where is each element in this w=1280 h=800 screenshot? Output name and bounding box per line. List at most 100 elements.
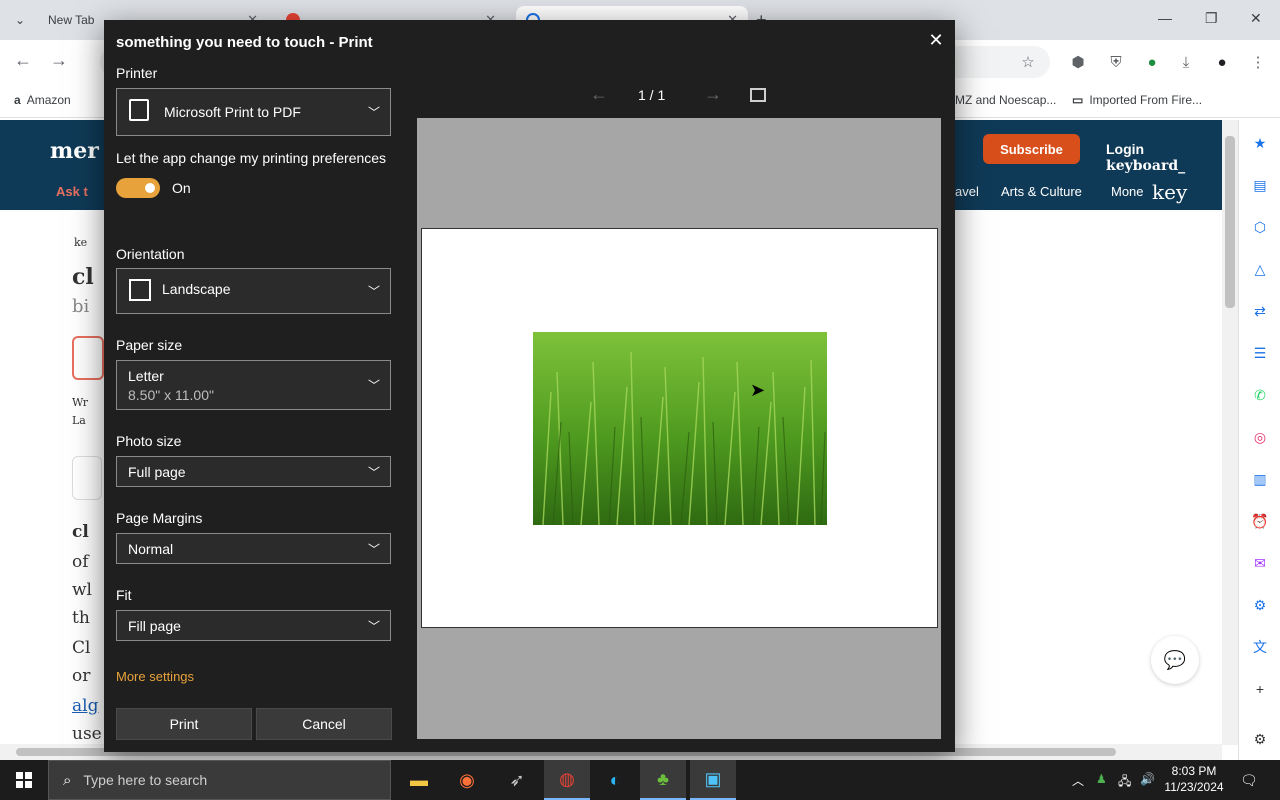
folder-icon: ▭	[1072, 93, 1084, 107]
tray-app-icon[interactable]: ♟	[1096, 772, 1107, 786]
notifications-icon[interactable]: 🗨	[1240, 772, 1258, 789]
nav-ask-link[interactable]: Ask t	[56, 184, 88, 199]
taskbar-clock[interactable]: 8:03 PM 11/23/2024	[1158, 763, 1230, 795]
add-icon[interactable]: +	[1249, 678, 1271, 700]
chevron-down-icon: ﹀	[367, 378, 380, 393]
mouse-cursor-icon: ➤	[750, 380, 766, 400]
fit-select[interactable]: Fill page ﹀	[116, 610, 391, 641]
windows-start-button[interactable]	[0, 760, 48, 800]
print-button[interactable]: Print	[116, 708, 252, 740]
cancel-button[interactable]: Cancel	[256, 708, 392, 740]
photo-size-select[interactable]: Full page ﹀	[116, 456, 391, 487]
shield-icon[interactable]: ⛨	[1106, 52, 1126, 72]
orientation-label: Orientation	[116, 246, 185, 262]
settings-gear-icon[interactable]: ⚙	[1249, 728, 1271, 750]
article-text-line: use	[72, 724, 102, 744]
printer-icon	[129, 99, 149, 121]
more-settings-link[interactable]: More settings	[116, 669, 194, 684]
bookmark-amazon[interactable]: a Amazon	[14, 93, 71, 107]
photos-app-icon[interactable]: ▣	[690, 760, 736, 800]
article-box	[72, 336, 104, 380]
profile-avatar-icon[interactable]: ●	[1212, 52, 1232, 72]
article-text-line: th	[72, 608, 90, 628]
orientation-select[interactable]: Landscape ﹀	[116, 268, 391, 314]
firefox-icon[interactable]: ◉	[444, 760, 490, 800]
minimize-button[interactable]: —	[1158, 10, 1172, 26]
print-dialog: something you need to touch - Print ✕ Pr…	[104, 20, 955, 752]
grass-photo	[533, 332, 827, 525]
article-title: cl	[72, 264, 94, 290]
tab-title: New Tab	[48, 13, 95, 27]
extension-icon[interactable]: ⬢	[1068, 52, 1088, 72]
subscribe-button[interactable]: Subscribe	[983, 134, 1080, 164]
chevron-down-icon: ﹀	[367, 105, 380, 120]
chevron-down-icon: ﹀	[367, 542, 380, 556]
bot-icon[interactable]: ⚙	[1249, 594, 1271, 616]
bookmark-icon[interactable]: ★	[1249, 132, 1271, 154]
fit-to-window-icon[interactable]	[750, 88, 766, 102]
nav-money[interactable]: Mone	[1111, 184, 1144, 199]
network-icon[interactable]: 🖧	[1118, 772, 1131, 793]
chat-icon[interactable]: 💬	[1151, 636, 1199, 684]
forward-button[interactable]: →	[50, 50, 68, 71]
page-vertical-scrollbar[interactable]	[1222, 120, 1238, 745]
printer-select[interactable]: Microsoft Print to PDF ﹀	[116, 88, 391, 136]
menu-kebab-icon[interactable]: ⋮	[1248, 52, 1268, 72]
tray-chevron-icon[interactable]: ︿	[1072, 772, 1084, 789]
box-icon[interactable]: ⬡	[1249, 216, 1271, 238]
chrome-icon[interactable]: ◍	[544, 760, 590, 800]
instagram-icon[interactable]: ◎	[1249, 426, 1271, 448]
scrollbar-thumb[interactable]	[1225, 136, 1235, 308]
bookmark-folder-imported[interactable]: ▭ Imported From Fire...	[1072, 93, 1202, 107]
margins-label: Page Margins	[116, 510, 203, 526]
translate-icon[interactable]: ⇄	[1249, 300, 1271, 322]
back-button[interactable]: ←	[14, 50, 32, 71]
book-icon[interactable]: ▤	[1249, 174, 1271, 196]
app-pref-toggle[interactable]	[116, 178, 160, 198]
alarm-icon[interactable]: ⏰	[1249, 510, 1271, 532]
next-page-icon[interactable]: →	[704, 84, 722, 105]
toggle-extension-icon[interactable]: ●	[1142, 52, 1162, 72]
article-text-line: wl	[72, 580, 92, 600]
article-meta-written: Wr	[72, 396, 89, 409]
window-close-button[interactable]: ✕	[1250, 10, 1262, 27]
people-app-icon[interactable]: ♣	[640, 760, 686, 800]
volume-icon[interactable]: 🔊	[1140, 772, 1155, 786]
margins-select[interactable]: Normal ﹀	[116, 533, 391, 564]
article-text-line: or	[72, 666, 91, 686]
whatsapp-icon[interactable]: ✆	[1249, 384, 1271, 406]
search-icon: ⌕	[63, 771, 72, 789]
bookmark-star-icon[interactable]: ☆	[1018, 52, 1038, 72]
article-breadcrumb: ke	[74, 236, 88, 249]
previous-page-icon[interactable]: ←	[590, 84, 608, 105]
chart-icon[interactable]: ▥	[1249, 468, 1271, 490]
nav-arts-culture[interactable]: Arts & Culture	[1001, 184, 1082, 199]
nav-key: key	[1152, 180, 1188, 204]
printer-label: Printer	[116, 65, 158, 81]
app-pref-label: Let the app change my printing preferenc…	[116, 150, 387, 166]
dialog-close-icon[interactable]: ✕	[922, 26, 950, 54]
bookmark-mz[interactable]: MZ and Noescap...	[955, 93, 1056, 107]
page-indicator: 1 / 1	[638, 87, 666, 103]
login-link[interactable]: Login keyboard_	[1106, 141, 1222, 174]
rocket-app-icon[interactable]: ➶	[494, 760, 540, 800]
download-icon[interactable]: ⤓	[1176, 52, 1196, 72]
notes-icon[interactable]: ☰	[1249, 342, 1271, 364]
drive-icon[interactable]: △	[1249, 258, 1271, 280]
edge-app-icon[interactable]: ◐	[592, 760, 638, 800]
article-text-line: of	[72, 552, 89, 572]
file-explorer-icon[interactable]: ▬	[396, 760, 442, 800]
article-link-algae[interactable]: alg	[72, 696, 98, 716]
site-logo[interactable]: mer	[50, 138, 99, 164]
taskbar-search[interactable]: ⌕ Type here to search	[48, 760, 391, 800]
paper-size-select[interactable]: Letter 8.50" x 11.00" ﹀	[116, 360, 391, 410]
windows-taskbar: ⌕ Type here to search ▬ ◉ ➶ ◍ ◐ ♣ ▣ ︿ ♟ …	[0, 760, 1280, 800]
nav-travel[interactable]: avel	[955, 184, 979, 199]
article-text-line: cl	[72, 522, 89, 542]
chevron-down-icon: ﹀	[367, 465, 380, 479]
tab-search-button[interactable]: ⌄	[6, 8, 34, 32]
edge-sidebar: ★ ▤ ⬡ △ ⇄ ☰ ✆ ◎ ▥ ⏰ ✉ ⚙ 文 + ⚙	[1238, 120, 1280, 760]
language-icon[interactable]: 文	[1249, 636, 1271, 658]
restore-button[interactable]: ❐	[1205, 10, 1218, 27]
messenger-icon[interactable]: ✉	[1249, 552, 1271, 574]
